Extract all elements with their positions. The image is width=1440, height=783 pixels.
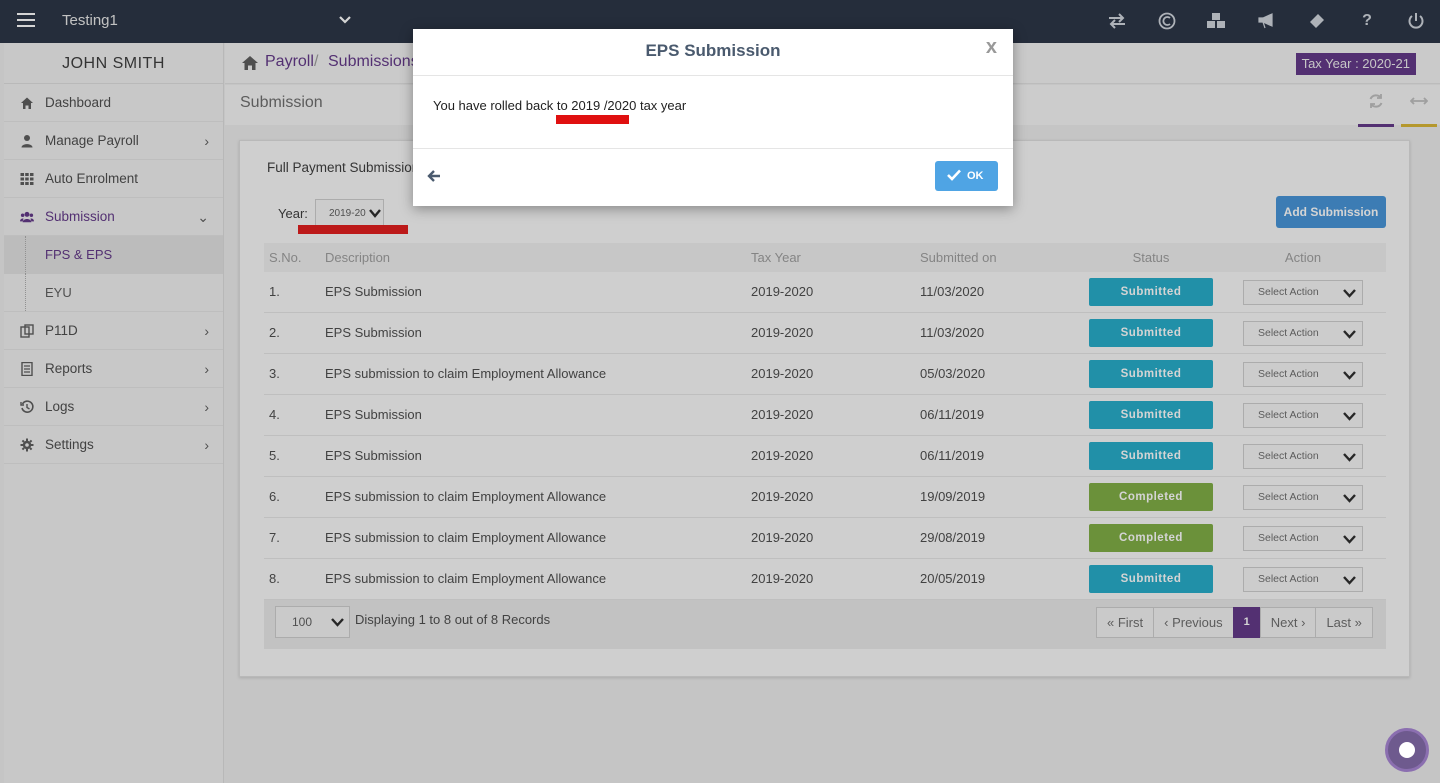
dialog-footer: OK [413,148,1013,206]
ok-button-label: OK [967,170,984,182]
arrow-left-icon[interactable] [427,169,441,183]
close-icon[interactable]: x [986,36,997,59]
eps-submission-dialog: EPS Submission x You have rolled back to… [413,29,1013,206]
ok-button[interactable]: OK [935,161,998,191]
annotation-underline [556,115,629,124]
dialog-message: You have rolled back to 2019 /2020 tax y… [433,98,687,113]
dialog-title: EPS Submission [413,29,1013,76]
check-icon [947,169,961,181]
chat-widget-icon[interactable] [1385,728,1429,772]
